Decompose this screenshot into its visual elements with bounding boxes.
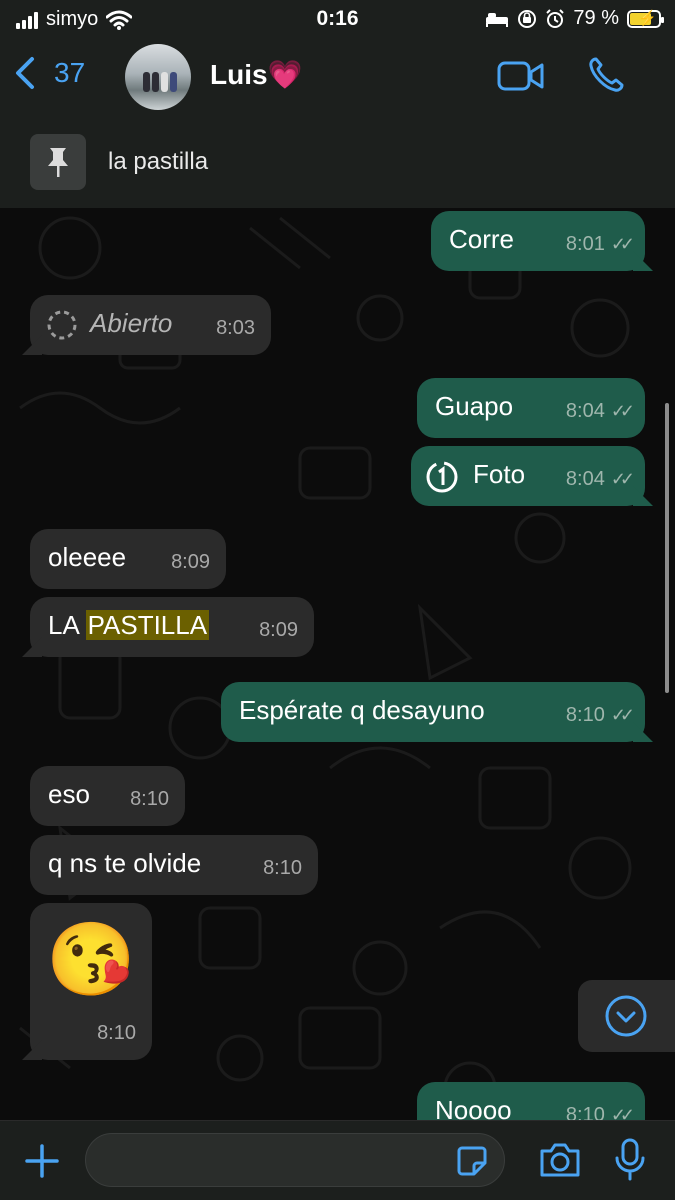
sticker-icon[interactable]	[456, 1145, 488, 1177]
message-time: 8:10	[130, 788, 169, 810]
emoji-message-bubble[interactable]: 😘 8:10	[22, 903, 152, 1060]
message-time: 8:03	[216, 317, 255, 339]
message-time: 8:10	[565, 704, 605, 726]
scroll-to-bottom-button[interactable]	[578, 980, 675, 1052]
message-time: 8:09	[259, 619, 298, 641]
mic-icon[interactable]	[614, 1137, 646, 1183]
message-bubble-outgoing[interactable]: Espérate q desayuno 8:10 ✓✓	[221, 682, 653, 742]
phone-icon[interactable]	[587, 56, 625, 94]
contact-name-button[interactable]: Luis💗	[210, 58, 302, 91]
double-check-icon: ✓✓	[610, 469, 635, 489]
avatar[interactable]	[125, 44, 191, 110]
message-bubble-incoming[interactable]: Abierto 8:03	[22, 295, 271, 355]
message-composer	[0, 1120, 675, 1200]
rotation-lock-icon	[518, 9, 537, 28]
message-time: 8:10	[97, 1022, 136, 1044]
status-bar: simyo 0:16 79 % ⚡	[0, 0, 675, 38]
message-bubble-outgoing[interactable]: Noooo 8:10 ✓✓	[417, 1082, 645, 1120]
kissing-face-emoji: 😘	[46, 920, 136, 1000]
search-highlight: PASTILLA	[85, 610, 210, 640]
message-time: 8:10	[263, 857, 302, 879]
top-bar: simyo 0:16 79 % ⚡ 37 Luis💗	[0, 0, 675, 117]
battery-percent: 79 %	[573, 7, 619, 29]
message-time: 8:04	[565, 468, 605, 490]
message-time: 8:01	[565, 233, 605, 255]
plus-icon[interactable]	[24, 1143, 60, 1179]
pin-icon	[30, 134, 86, 190]
double-check-icon: ✓✓	[610, 1105, 635, 1120]
message-time: 8:04	[565, 400, 605, 422]
message-input-field[interactable]	[85, 1133, 505, 1187]
camera-icon[interactable]	[538, 1141, 582, 1179]
chat-header: 37 Luis💗	[0, 40, 675, 117]
chat-area[interactable]: Corre 8:01 ✓✓ Abierto 8:03 Guapo 8:04 ✓✓ F…	[0, 208, 675, 1120]
chevron-left-icon	[16, 57, 34, 89]
bed-icon	[486, 12, 509, 27]
message-bubble-incoming[interactable]: q ns te olvide 8:10	[30, 835, 318, 895]
message-bubble-incoming[interactable]: oleeee 8:09	[30, 529, 226, 589]
double-check-icon: ✓✓	[610, 401, 635, 421]
double-check-icon: ✓✓	[610, 705, 635, 725]
pinned-text: la pastilla	[108, 148, 209, 175]
alarm-icon	[546, 8, 565, 28]
unread-count: 37	[54, 57, 86, 88]
heart-emoji: 💗	[267, 59, 303, 90]
pinned-message-bar[interactable]: la pastilla	[0, 116, 675, 209]
back-button[interactable]: 37	[14, 56, 85, 90]
message-time: 8:09	[171, 551, 210, 573]
video-call-icon[interactable]	[497, 60, 545, 92]
chevron-down-icon	[605, 995, 647, 1037]
message-bubble-outgoing[interactable]: Guapo 8:04 ✓✓	[417, 378, 645, 438]
view-once-icon	[426, 461, 458, 493]
scrollbar[interactable]	[665, 403, 669, 693]
whatsapp-chat-screen: simyo 0:16 79 % ⚡ 37 Luis💗 la pastilla C…	[0, 0, 675, 1200]
message-time: 8:10	[565, 1104, 605, 1120]
message-bubble-outgoing[interactable]: Corre 8:01 ✓✓	[431, 211, 653, 271]
view-once-photo-bubble[interactable]: Foto 8:04 ✓✓	[411, 446, 653, 506]
message-bubble-incoming[interactable]: LA PASTILLA 8:09	[22, 597, 314, 657]
message-bubble-incoming[interactable]: eso 8:10	[30, 766, 185, 826]
double-check-icon: ✓✓	[610, 234, 635, 254]
contact-name: Luis	[210, 59, 268, 90]
battery-icon: ⚡	[627, 9, 664, 28]
message-input[interactable]	[106, 1144, 450, 1176]
view-once-opened-icon	[47, 310, 77, 340]
